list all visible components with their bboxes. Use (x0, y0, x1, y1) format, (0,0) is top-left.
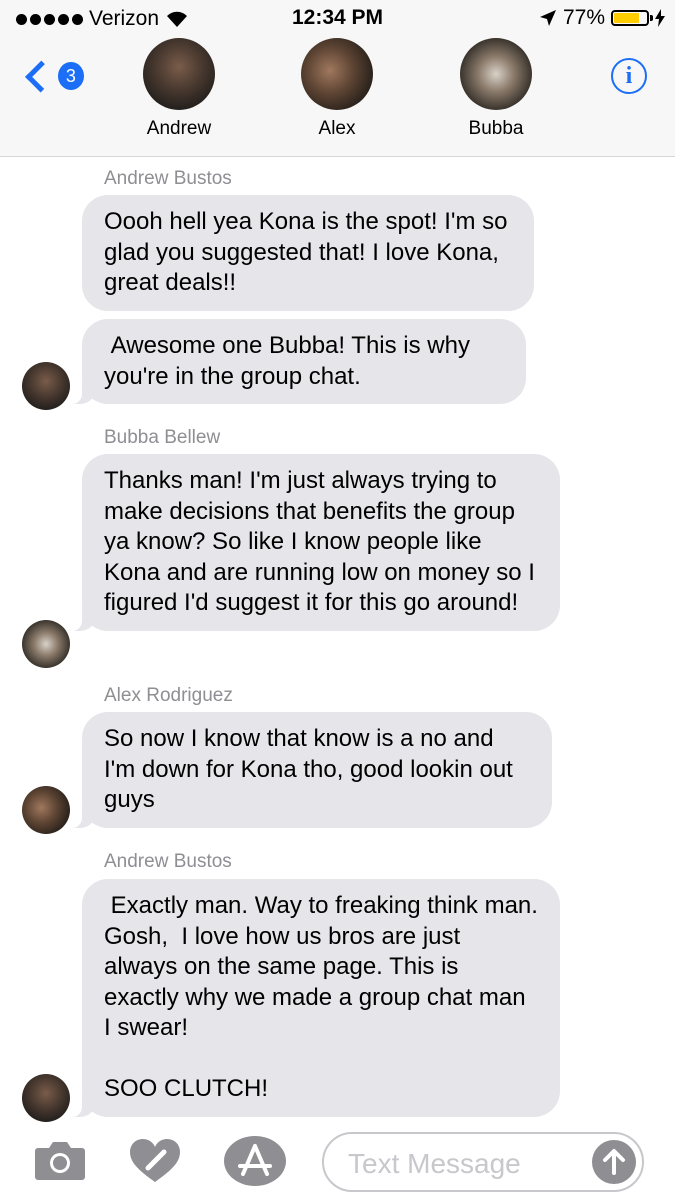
conversation-header: 3 Andrew Alex Bubba i (0, 36, 675, 157)
sender-name: Andrew Bustos (104, 168, 232, 189)
contact-alex[interactable]: Alex (272, 38, 402, 140)
contact-name: Andrew (146, 118, 212, 139)
battery-percent: 77% (562, 6, 605, 29)
status-bar: Verizon 12:34 PM 77% (0, 0, 675, 36)
battery-fill (614, 13, 639, 23)
digital-touch-heart-icon[interactable] (128, 1138, 182, 1184)
contact-bubba[interactable]: Bubba (431, 38, 561, 140)
contact-name: Alex (318, 118, 356, 139)
contact-name: Bubba (468, 118, 524, 139)
arrow-up-icon (603, 1149, 625, 1175)
sender-avatar (22, 362, 70, 410)
sender-avatar (22, 1074, 70, 1122)
status-right: 77% (539, 6, 665, 30)
app-store-icon[interactable] (224, 1136, 286, 1186)
message-bubble[interactable]: Exactly man. Way to freaking think man. … (68, 879, 560, 1117)
message-input-placeholder: Text Message (348, 1148, 521, 1179)
sender-avatar (22, 786, 70, 834)
avatar (143, 38, 215, 110)
avatar (460, 38, 532, 110)
avatar (301, 38, 373, 110)
back-button[interactable]: 3 (20, 54, 84, 98)
info-button[interactable]: i (611, 58, 647, 94)
unread-count-badge: 3 (57, 62, 84, 90)
location-arrow-icon (539, 10, 556, 26)
message-bubble[interactable]: Awesome one Bubba! This is why you're in… (68, 319, 526, 404)
message-bubble[interactable]: Thanks man! I'm just always trying to ma… (68, 454, 560, 631)
sender-avatar (22, 620, 70, 668)
battery-icon (611, 10, 653, 26)
chevron-left-icon (25, 60, 57, 92)
compose-bar: Text Message (0, 1128, 675, 1200)
sender-name: Andrew Bustos (104, 851, 232, 872)
message-bubble[interactable]: Oooh hell yea Kona is the spot! I'm so g… (82, 195, 534, 311)
charging-bolt-icon (655, 9, 665, 27)
sender-name: Bubba Bellew (104, 427, 221, 448)
message-bubble[interactable]: So now I know that know is a no and I'm … (68, 712, 552, 828)
send-button[interactable] (592, 1140, 636, 1184)
contact-andrew[interactable]: Andrew (114, 38, 244, 140)
message-input[interactable]: Text Message (322, 1132, 644, 1192)
camera-icon[interactable] (34, 1140, 86, 1180)
sender-name: Alex Rodriguez (104, 685, 233, 706)
